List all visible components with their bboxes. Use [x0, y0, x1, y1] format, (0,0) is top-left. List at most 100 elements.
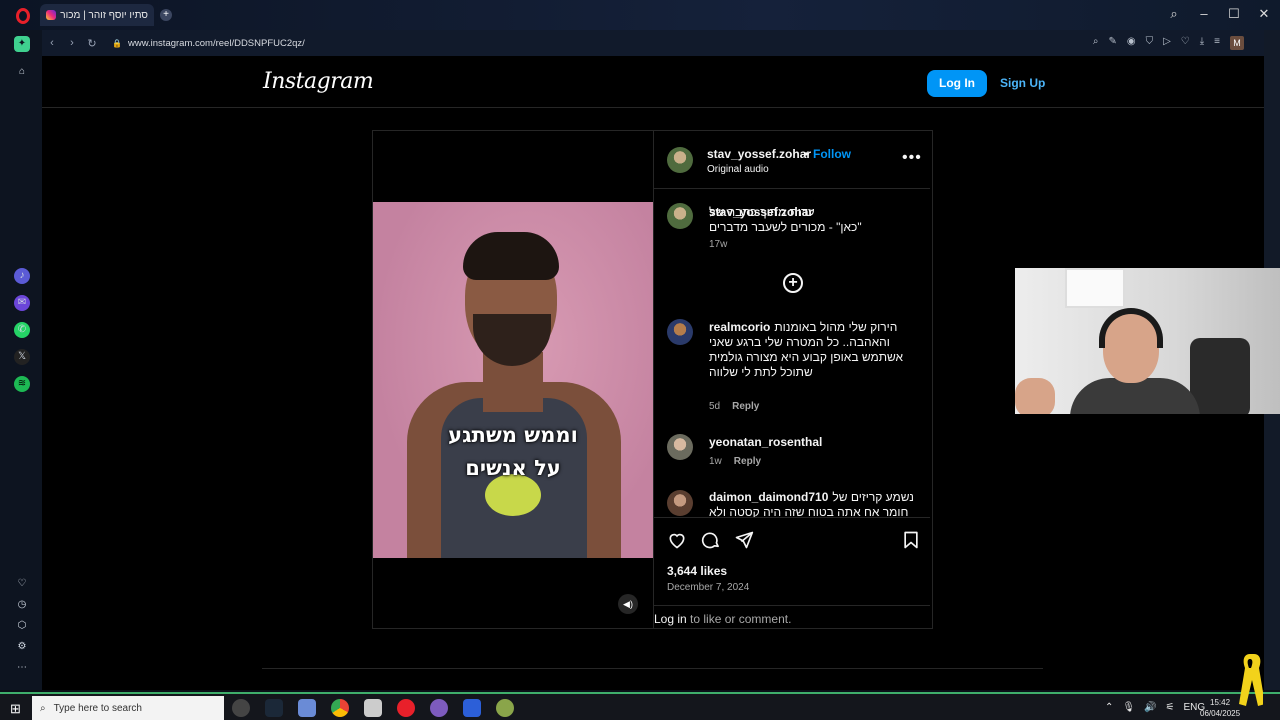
browser-tab[interactable]: סתיו יוסף זוהר | מכורים לשעבר מדברים — [40, 4, 154, 26]
taskbar-app-obs-icon[interactable] — [232, 699, 250, 717]
video-subtitle-line-1: וממש משתגע — [448, 423, 578, 447]
extensions-cube-icon[interactable]: ⬡ — [14, 618, 30, 634]
download-icon[interactable]: ⤓ — [1200, 36, 1204, 50]
reload-button[interactable]: ↻ — [82, 37, 102, 50]
taskbar-app-shield-icon[interactable] — [364, 699, 382, 717]
reel-post: וממש משתגע על אנשים ◀) stav_yossef.zohar… — [372, 130, 933, 629]
spotify-icon[interactable]: ≋ — [14, 376, 30, 392]
comment-avatar[interactable] — [667, 434, 693, 460]
taskbar-app-steam-icon[interactable] — [265, 699, 283, 717]
edit-icon[interactable]: ✎ — [1108, 36, 1116, 50]
search-tabs-icon[interactable]: ⌕ — [1168, 6, 1180, 22]
music-app-icon[interactable]: ♪ — [14, 268, 30, 284]
author-username[interactable]: stav_yossef.zohar — [707, 147, 811, 161]
instagram-logo[interactable]: Instagram — [263, 69, 374, 94]
shield-icon[interactable]: ⛉ — [1146, 36, 1154, 50]
comment-3-username[interactable]: daimon_daimond710 — [709, 490, 828, 505]
plus-circle-icon[interactable]: + — [783, 273, 803, 293]
url-field[interactable]: 🔒 www.instagram.com/reel/DDSNPFUC2qz/ — [112, 38, 305, 49]
likes-count[interactable]: 3,644 likes — [667, 564, 727, 578]
tray-chevron-up-icon[interactable]: ⌃ — [1105, 702, 1113, 713]
messenger-icon[interactable]: ✉ — [14, 295, 30, 311]
url-text: www.instagram.com/reel/DDSNPFUC2qz/ — [127, 37, 305, 49]
follow-button[interactable]: Follow — [813, 147, 851, 161]
login-to-comment: Log in to like or comment. — [654, 605, 930, 629]
favorite-heart-icon[interactable]: ♡ — [1181, 36, 1190, 50]
windows-start-icon[interactable]: ⊞ — [10, 701, 21, 717]
caption-text: עדות מתוך כתבה של "כאן" - מכורים לשעבר מ… — [709, 205, 921, 237]
instagram-header: Instagram Log In Sign Up — [42, 56, 1264, 108]
taskbar-clock[interactable]: 15:42 06/04/2025 — [1200, 697, 1240, 719]
comment-2-age: 1w — [709, 456, 722, 467]
home-icon[interactable]: ⌂ — [14, 64, 30, 80]
comment-icon[interactable] — [701, 530, 721, 550]
window-controls: ⌕ – ☐ ✕ — [1168, 6, 1270, 22]
comment-1-username[interactable]: realmcorio — [709, 320, 770, 335]
clock-date: 06/04/2025 — [1200, 709, 1241, 718]
login-button[interactable]: Log In — [927, 70, 987, 97]
reel-video[interactable]: וממש משתגע על אנשים ◀) — [373, 131, 653, 628]
taskbar-app-opera-icon[interactable] — [397, 699, 415, 717]
browser-titlebar: סתיו יוסף זוהר | מכורים לשעבר מדברים + ⌕… — [0, 0, 1280, 30]
caption-age: 17w — [709, 239, 728, 250]
settings-gear-icon[interactable]: ⚙ — [14, 639, 30, 655]
footer-divider — [262, 668, 1043, 669]
profile-avatar[interactable]: M — [1230, 36, 1244, 50]
back-button[interactable]: ‹ — [42, 37, 62, 49]
network-icon[interactable]: ⚟ — [1166, 702, 1175, 713]
original-audio-link[interactable]: Original audio — [707, 164, 769, 175]
comment-1-reply-button[interactable]: Reply — [732, 401, 759, 412]
caption-body: עדות מתוך כתבה של "כאן" - מכורים לשעבר מ… — [709, 205, 862, 234]
x-twitter-icon[interactable]: 𝕏 — [14, 349, 30, 365]
comment-2-meta: 1w Reply — [709, 456, 761, 467]
menu-icon[interactable]: ≡ — [1214, 36, 1220, 50]
taskbar-app-green-icon[interactable] — [496, 699, 514, 717]
taskbar-search-placeholder: Type here to search — [53, 702, 142, 714]
taskbar-app-chrome-icon[interactable] — [331, 699, 349, 717]
signup-link[interactable]: Sign Up — [1000, 76, 1045, 90]
play-icon[interactable]: ▷ — [1163, 36, 1171, 50]
comment-avatar[interactable] — [667, 319, 693, 345]
microphone-icon[interactable]: 🎙 — [1122, 702, 1135, 713]
comment-1-meta: 5d Reply — [709, 401, 759, 412]
speaker-icon[interactable]: ◀) — [618, 594, 638, 614]
author-avatar[interactable] — [667, 147, 693, 173]
forward-button[interactable]: › — [62, 37, 82, 49]
close-button[interactable]: ✕ — [1258, 6, 1270, 22]
login-to-comment-text: to like or comment. — [686, 612, 792, 626]
camera-icon[interactable]: ◉ — [1127, 36, 1136, 50]
webcam-overlay — [1015, 268, 1280, 414]
taskbar-app-discord-icon[interactable] — [430, 699, 448, 717]
taskbar-app-files-icon[interactable] — [298, 699, 316, 717]
taskbar-search[interactable]: ⌕ Type here to search — [32, 696, 224, 720]
aria-icon[interactable]: ✦ — [14, 36, 30, 52]
zoom-icon[interactable]: ⌕ — [1093, 36, 1099, 50]
comment-2-reply-button[interactable]: Reply — [734, 456, 761, 467]
minimize-button[interactable]: – — [1198, 6, 1210, 22]
headset-graphic — [1099, 308, 1163, 348]
favorites-heart-icon[interactable]: ♡ — [14, 576, 30, 592]
clock-time: 15:42 — [1210, 698, 1231, 707]
maximize-button[interactable]: ☐ — [1228, 6, 1240, 22]
heart-icon[interactable] — [667, 530, 687, 550]
comment-1-age: 5d — [709, 401, 721, 412]
caption-avatar[interactable] — [667, 203, 693, 229]
whatsapp-icon[interactable]: ✆ — [14, 322, 30, 338]
comment-3-body: daimon_daimond710 נשמע קריזים של חומר אח… — [709, 490, 921, 517]
browser-sidebar: ✦ ⌂ ♪ ✉ ✆ 𝕏 ≋ ♡ ◷ ⬡ ⚙ ⋯ — [0, 30, 42, 690]
history-icon[interactable]: ◷ — [14, 597, 30, 613]
opera-logo-icon[interactable] — [16, 8, 30, 24]
bookmark-icon[interactable] — [901, 530, 921, 550]
yellow-ribbon-icon — [1239, 654, 1263, 706]
taskbar-app-c-icon[interactable] — [463, 699, 481, 717]
more-options-icon[interactable]: ••• — [902, 149, 922, 167]
paper-plane-icon[interactable] — [734, 530, 754, 550]
comment-2-username[interactable]: yeonatan_rosenthal — [709, 435, 822, 449]
login-to-comment-link[interactable]: Log in — [654, 612, 687, 626]
new-tab-button[interactable]: + — [160, 9, 172, 21]
more-dots-icon[interactable]: ⋯ — [14, 660, 30, 676]
volume-icon[interactable]: 🔊 — [1144, 702, 1156, 713]
comment-avatar[interactable] — [667, 490, 693, 516]
shirt-smiley-graphic — [485, 474, 541, 516]
tab-title: סתיו יוסף זוהר | מכורים לשעבר מדברים — [60, 9, 148, 21]
